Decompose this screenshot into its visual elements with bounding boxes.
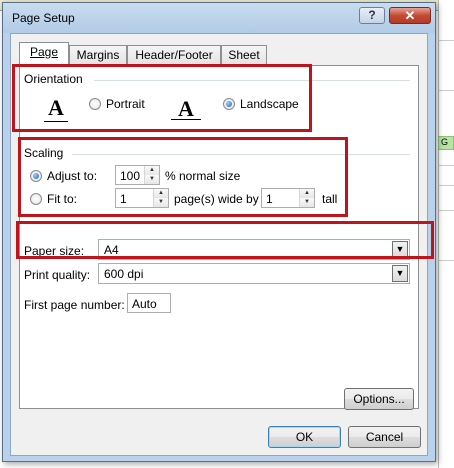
background-cell-g[interactable]: G <box>438 136 454 150</box>
title-bar[interactable]: Page Setup ? ✕ <box>3 3 435 33</box>
tab-sheet-label: Sheet <box>228 48 260 62</box>
tab-sheet[interactable]: Sheet <box>221 45 267 65</box>
chevron-down-icon[interactable]: ▼ <box>392 265 408 282</box>
background-gridline <box>438 165 454 166</box>
tab-page[interactable]: Page <box>19 42 69 66</box>
background-gridline <box>438 90 454 91</box>
options-button[interactable]: Options... <box>344 388 414 410</box>
help-button[interactable]: ? <box>359 7 385 24</box>
tab-header-footer-label: Header/Footer <box>135 48 213 62</box>
first-page-number-label: First page number: <box>24 298 125 312</box>
background-gridline <box>438 210 454 211</box>
paper-size-highlight-box <box>16 221 434 259</box>
first-page-number-input[interactable]: Auto <box>127 293 171 313</box>
dialog-title: Page Setup <box>12 11 75 25</box>
background-gridline <box>438 40 454 41</box>
tab-margins[interactable]: Margins <box>69 45 127 65</box>
tab-header-footer[interactable]: Header/Footer <box>127 45 221 65</box>
print-quality-label: Print quality: <box>24 268 91 282</box>
tab-page-label: Page <box>29 45 59 59</box>
scaling-highlight-box <box>18 137 348 217</box>
background-gridline <box>438 260 454 261</box>
print-quality-dropdown[interactable]: 600 dpi ▼ <box>98 263 410 284</box>
ok-button[interactable]: OK <box>268 426 341 448</box>
print-quality-value: 600 dpi <box>104 267 144 281</box>
orientation-highlight-box <box>12 64 312 132</box>
background-sheet-column <box>438 0 454 468</box>
close-button[interactable]: ✕ <box>389 7 431 24</box>
tab-margins-label: Margins <box>76 48 120 62</box>
background-gridline <box>438 185 454 186</box>
cancel-button[interactable]: Cancel <box>348 426 421 448</box>
